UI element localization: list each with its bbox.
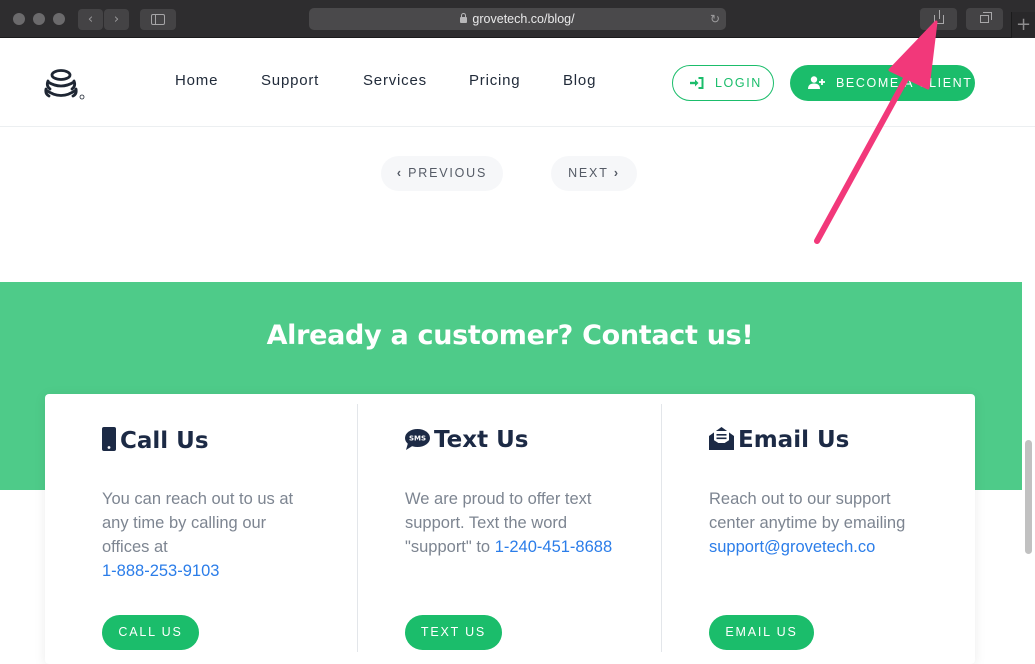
text-us-title: Text Us (434, 427, 529, 453)
email-us-description: Reach out to our support center anytime … (709, 487, 924, 559)
nav-blog[interactable]: Blog (563, 72, 596, 89)
close-window-button[interactable] (13, 13, 25, 25)
text-us-description: We are proud to offer text support. Text… (405, 487, 620, 559)
previous-post-button[interactable]: ‹ PREVIOUS (381, 156, 503, 191)
call-us-phone-link[interactable]: 1-888-253-9103 (102, 562, 219, 580)
address-bar[interactable]: grovetech.co/blog/ ↻ (309, 8, 726, 30)
text-us-phone-link[interactable]: 1-240-451-8688 (495, 538, 612, 556)
call-us-description: You can reach out to us at any time by c… (102, 487, 317, 583)
reload-icon[interactable]: ↻ (710, 8, 720, 30)
sms-bubble-icon: SMS (405, 429, 430, 450)
sidebar-icon (151, 14, 165, 25)
call-us-title: Call Us (120, 428, 209, 454)
email-us-title: Email Us (738, 427, 850, 453)
lock-icon (460, 13, 468, 23)
email-us-link[interactable]: support@grovetech.co (709, 538, 875, 556)
login-label: LOGIN (715, 76, 762, 90)
user-plus-icon (808, 76, 825, 89)
zoom-window-button[interactable] (53, 13, 65, 25)
site-header: Home Support Services Pricing Blog LOGIN… (0, 38, 1035, 127)
browser-toolbar: ‹ › grovetech.co/blog/ ↻ + (0, 0, 1035, 38)
chevron-right-icon: › (113, 12, 120, 27)
minimize-window-button[interactable] (33, 13, 45, 25)
sidebar-toggle-button[interactable] (140, 9, 176, 30)
forward-button[interactable]: › (104, 9, 129, 30)
column-divider (357, 404, 358, 652)
column-divider (661, 404, 662, 652)
email-us-button[interactable]: EMAIL US (709, 615, 814, 650)
grovetech-logo[interactable] (44, 68, 88, 106)
text-us-button[interactable]: TEXT US (405, 615, 502, 650)
envelope-open-icon (709, 427, 734, 450)
call-us-text: You can reach out to us at any time by c… (102, 490, 294, 556)
logo-icon (44, 69, 85, 100)
email-us-heading: Email Us (709, 427, 849, 453)
page-scrollbar[interactable] (1025, 440, 1032, 554)
new-tab-button[interactable]: + (1011, 12, 1035, 38)
back-button[interactable]: ‹ (78, 9, 103, 30)
login-button[interactable]: LOGIN (672, 65, 774, 101)
svg-text:SMS: SMS (409, 435, 426, 443)
nav-home[interactable]: Home (175, 72, 218, 89)
previous-label: PREVIOUS (408, 166, 488, 180)
nav-services[interactable]: Services (363, 72, 427, 89)
nav-pricing[interactable]: Pricing (469, 72, 520, 89)
next-label: NEXT (568, 166, 609, 180)
nav-support[interactable]: Support (261, 72, 319, 89)
share-icon (934, 10, 944, 24)
call-us-heading: Call Us (102, 427, 209, 454)
email-us-text: Reach out to our support center anytime … (709, 490, 906, 532)
text-us-heading: SMS Text Us (405, 427, 528, 453)
sign-in-icon (690, 77, 704, 89)
contact-title: Already a customer? Contact us! (266, 320, 754, 351)
chevron-left-icon: ‹ (396, 166, 409, 180)
mobile-phone-icon (102, 427, 116, 451)
chevron-right-icon: › (608, 166, 620, 180)
call-us-button[interactable]: CALL US (102, 615, 199, 650)
show-tabs-button[interactable] (966, 8, 1003, 30)
become-client-label: BECOME A CLIENT (836, 76, 973, 90)
chevron-left-icon: ‹ (87, 12, 94, 27)
next-post-button[interactable]: NEXT › (551, 156, 637, 191)
tabs-icon (980, 12, 992, 23)
url-text: grovetech.co/blog/ (472, 12, 575, 26)
become-client-button[interactable]: BECOME A CLIENT (790, 65, 975, 101)
share-button[interactable] (920, 8, 957, 30)
